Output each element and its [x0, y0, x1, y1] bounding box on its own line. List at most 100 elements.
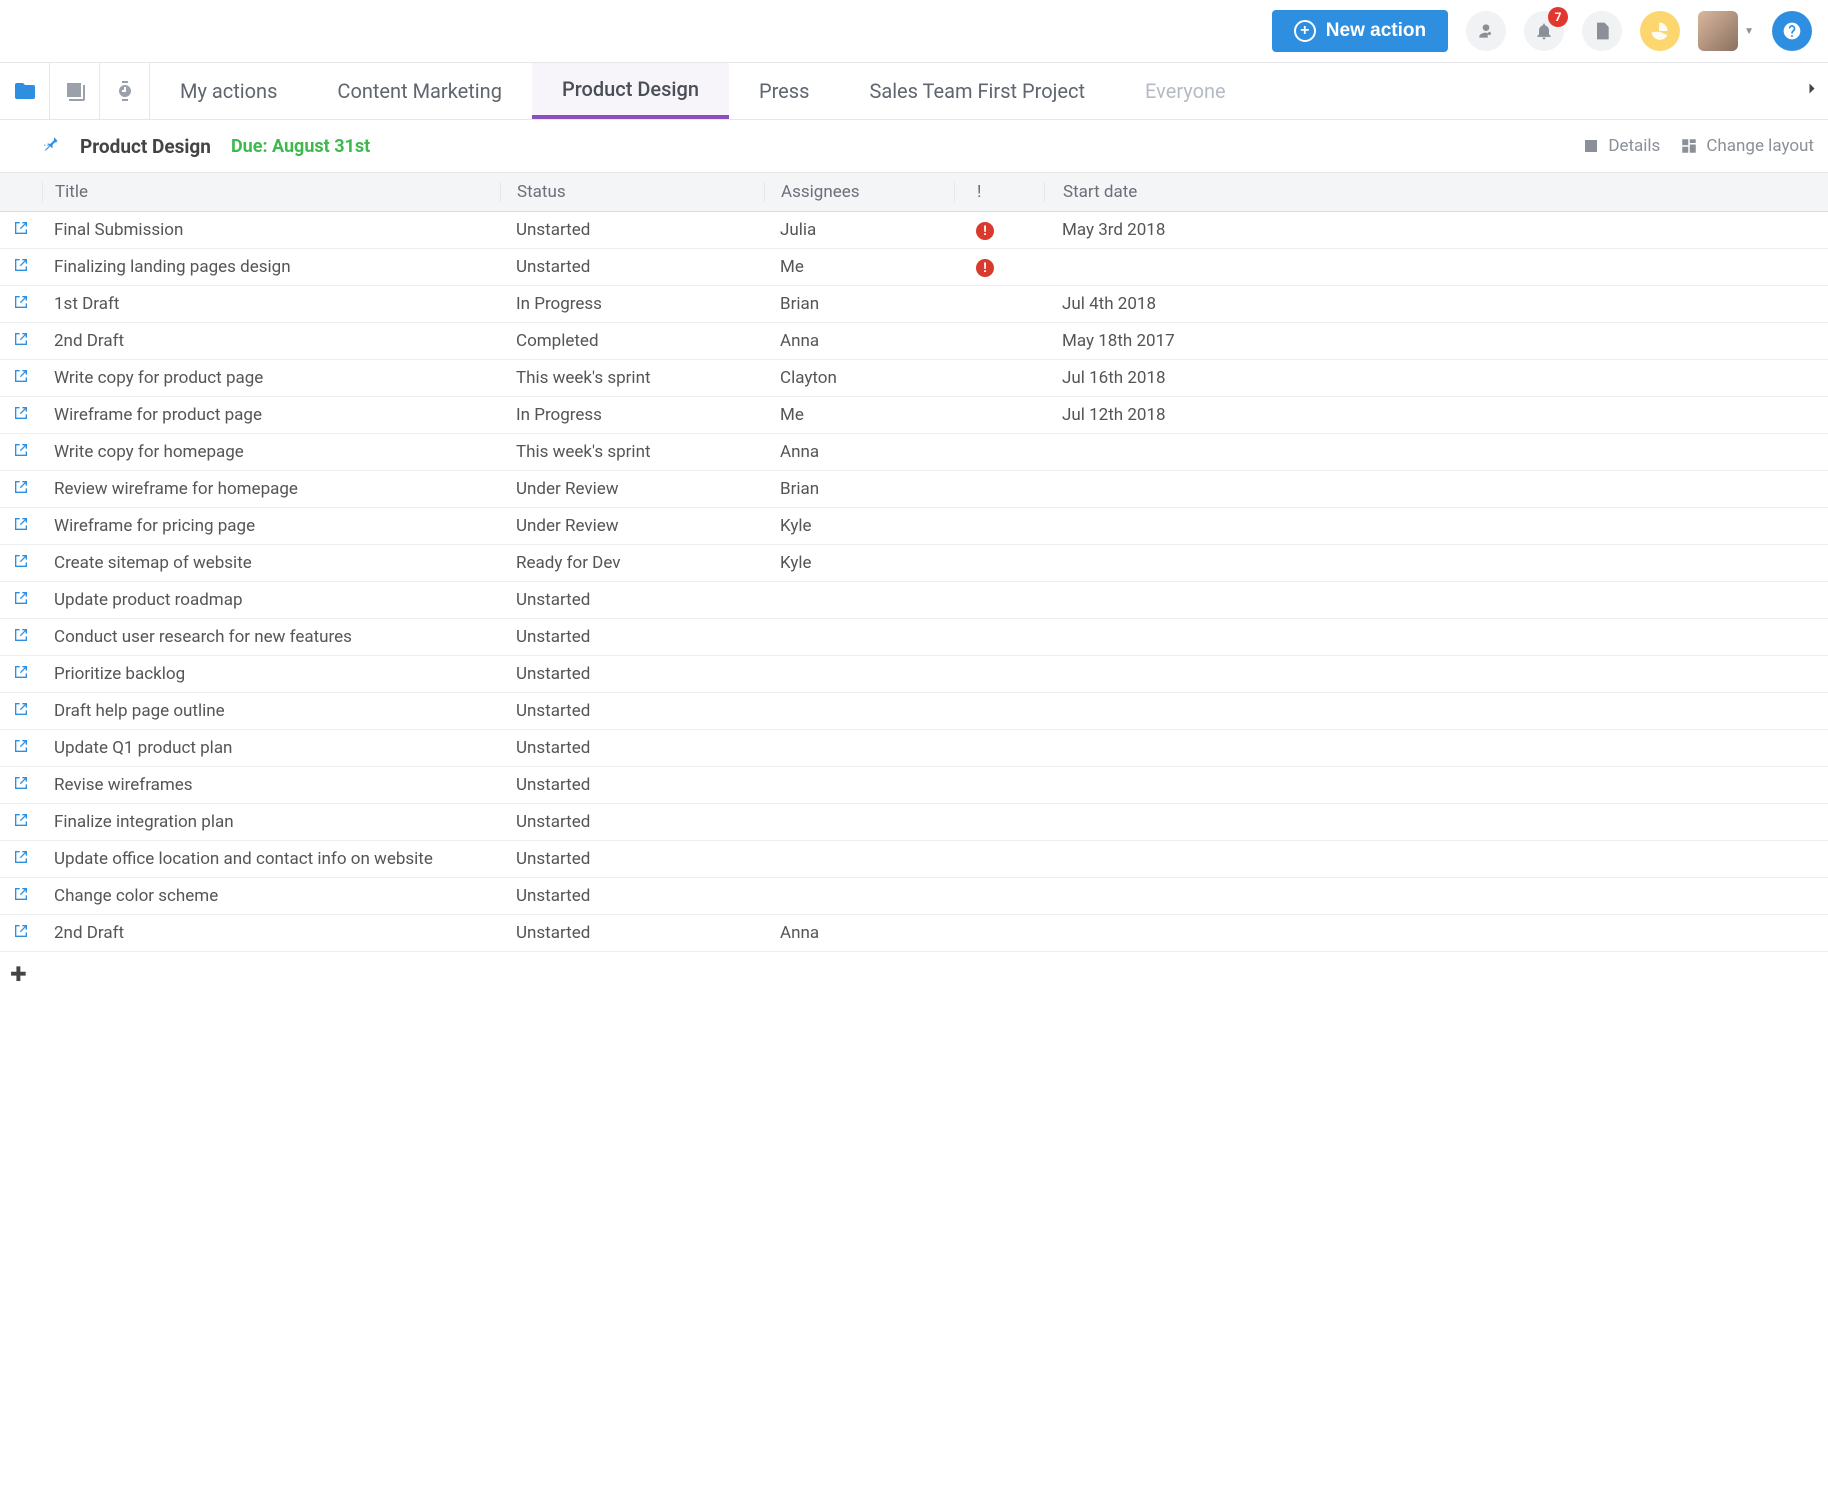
table-row[interactable]: Update product roadmapUnstarted [0, 582, 1828, 619]
add-user-button[interactable] [1466, 11, 1506, 51]
cell-title[interactable]: Update office location and contact info … [42, 849, 500, 869]
col-start-date[interactable]: Start date [1044, 182, 1828, 202]
tab-content-marketing[interactable]: Content Marketing [307, 63, 532, 119]
tab-everyone[interactable]: Everyone [1115, 63, 1256, 119]
new-action-button[interactable]: + New action [1272, 10, 1448, 52]
open-link-icon[interactable] [13, 331, 29, 352]
cell-status[interactable]: Completed [500, 331, 764, 351]
cell-title[interactable]: Write copy for product page [42, 368, 500, 388]
cell-status[interactable]: Unstarted [500, 923, 764, 943]
table-row[interactable]: Prioritize backlogUnstarted [0, 656, 1828, 693]
cell-title[interactable]: Revise wireframes [42, 775, 500, 795]
col-title[interactable]: Title [42, 182, 500, 202]
cell-flag[interactable]: ! [954, 257, 1044, 278]
cell-start-date[interactable]: Jul 16th 2018 [1044, 368, 1828, 388]
open-link-icon[interactable] [13, 405, 29, 426]
reports-button[interactable] [1640, 11, 1680, 51]
cell-title[interactable]: Finalizing landing pages design [42, 257, 500, 277]
table-row[interactable]: Write copy for product pageThis week's s… [0, 360, 1828, 397]
open-link-icon[interactable] [13, 812, 29, 833]
cell-title[interactable]: Create sitemap of website [42, 553, 500, 573]
table-row[interactable]: 1st DraftIn ProgressBrian Jul 4th 2018 [0, 286, 1828, 323]
cell-status[interactable]: Under Review [500, 516, 764, 536]
cell-assignees[interactable]: Me [764, 405, 954, 425]
notifications-button[interactable]: 7 [1524, 11, 1564, 51]
table-row[interactable]: Finalize integration planUnstarted [0, 804, 1828, 841]
cell-title[interactable]: 1st Draft [42, 294, 500, 314]
open-link-icon[interactable] [13, 701, 29, 722]
cell-status[interactable]: Unstarted [500, 849, 764, 869]
open-link-icon[interactable] [13, 294, 29, 315]
cell-title[interactable]: 2nd Draft [42, 331, 500, 351]
open-link-icon[interactable] [13, 627, 29, 648]
cell-status[interactable]: Unstarted [500, 812, 764, 832]
cell-status[interactable]: Ready for Dev [500, 553, 764, 573]
cell-status[interactable]: Unstarted [500, 220, 764, 240]
cell-title[interactable]: Write copy for homepage [42, 442, 500, 462]
time-button[interactable] [100, 63, 150, 119]
cell-title[interactable]: Finalize integration plan [42, 812, 500, 832]
cell-title[interactable]: Prioritize backlog [42, 664, 500, 684]
cell-assignees[interactable]: Anna [764, 442, 954, 462]
cell-assignees[interactable]: Anna [764, 331, 954, 351]
open-link-icon[interactable] [13, 516, 29, 537]
tab-product-design[interactable]: Product Design [532, 63, 729, 119]
open-link-icon[interactable] [13, 368, 29, 389]
cell-title[interactable]: 2nd Draft [42, 923, 500, 943]
cell-status[interactable]: This week's sprint [500, 368, 764, 388]
cell-start-date[interactable]: Jul 4th 2018 [1044, 294, 1828, 314]
table-row[interactable]: Conduct user research for new featuresUn… [0, 619, 1828, 656]
table-row[interactable]: 2nd DraftUnstartedAnna [0, 915, 1828, 952]
cell-status[interactable]: Unstarted [500, 701, 764, 721]
open-link-icon[interactable] [13, 590, 29, 611]
open-link-icon[interactable] [13, 775, 29, 796]
cell-assignees[interactable]: Anna [764, 923, 954, 943]
open-link-icon[interactable] [13, 849, 29, 870]
table-row[interactable]: Wireframe for pricing pageUnder ReviewKy… [0, 508, 1828, 545]
table-row[interactable]: Wireframe for product pageIn ProgressMe J… [0, 397, 1828, 434]
cell-status[interactable]: Unstarted [500, 886, 764, 906]
table-row[interactable]: Write copy for homepageThis week's sprin… [0, 434, 1828, 471]
cell-start-date[interactable]: May 3rd 2018 [1044, 220, 1828, 240]
cell-status[interactable]: Under Review [500, 479, 764, 499]
cell-title[interactable]: Update Q1 product plan [42, 738, 500, 758]
cell-title[interactable]: Review wireframe for homepage [42, 479, 500, 499]
cell-status[interactable]: In Progress [500, 405, 764, 425]
col-status[interactable]: Status [500, 182, 764, 202]
cell-title[interactable]: Wireframe for pricing page [42, 516, 500, 536]
table-row[interactable]: 2nd DraftCompletedAnna May 18th 2017 [0, 323, 1828, 360]
table-row[interactable]: Review wireframe for homepageUnder Revie… [0, 471, 1828, 508]
cell-start-date[interactable]: Jul 12th 2018 [1044, 405, 1828, 425]
col-flag[interactable]: ! [954, 182, 1044, 202]
cell-title[interactable]: Draft help page outline [42, 701, 500, 721]
cell-assignees[interactable]: Clayton [764, 368, 954, 388]
cell-title[interactable]: Change color scheme [42, 886, 500, 906]
cell-title[interactable]: Conduct user research for new features [42, 627, 500, 647]
cell-assignees[interactable]: Julia [764, 220, 954, 240]
cell-status[interactable]: Unstarted [500, 664, 764, 684]
cell-start-date[interactable]: May 18th 2017 [1044, 331, 1828, 351]
table-row[interactable]: Update Q1 product planUnstarted [0, 730, 1828, 767]
open-link-icon[interactable] [13, 923, 29, 944]
table-row[interactable]: Update office location and contact info … [0, 841, 1828, 878]
table-row[interactable]: Finalizing landing pages designUnstarted… [0, 249, 1828, 286]
tab-press[interactable]: Press [729, 63, 839, 119]
cell-assignees[interactable]: Kyle [764, 553, 954, 573]
cell-assignees[interactable]: Brian [764, 294, 954, 314]
table-row[interactable]: Revise wireframesUnstarted [0, 767, 1828, 804]
cell-title[interactable]: Wireframe for product page [42, 405, 500, 425]
cell-status[interactable]: Unstarted [500, 738, 764, 758]
change-layout-button[interactable]: Change layout [1680, 136, 1814, 156]
open-link-icon[interactable] [13, 738, 29, 759]
cell-title[interactable]: Final Submission [42, 220, 500, 240]
table-row[interactable]: Create sitemap of websiteReady for DevKy… [0, 545, 1828, 582]
news-button[interactable] [50, 63, 100, 119]
cell-status[interactable]: Unstarted [500, 257, 764, 277]
table-row[interactable]: Draft help page outlineUnstarted [0, 693, 1828, 730]
details-button[interactable]: Details [1582, 136, 1660, 156]
open-link-icon[interactable] [13, 553, 29, 574]
add-row-button[interactable]: ✚ [0, 952, 1828, 996]
cell-status[interactable]: This week's sprint [500, 442, 764, 462]
cell-status[interactable]: In Progress [500, 294, 764, 314]
open-link-icon[interactable] [13, 442, 29, 463]
